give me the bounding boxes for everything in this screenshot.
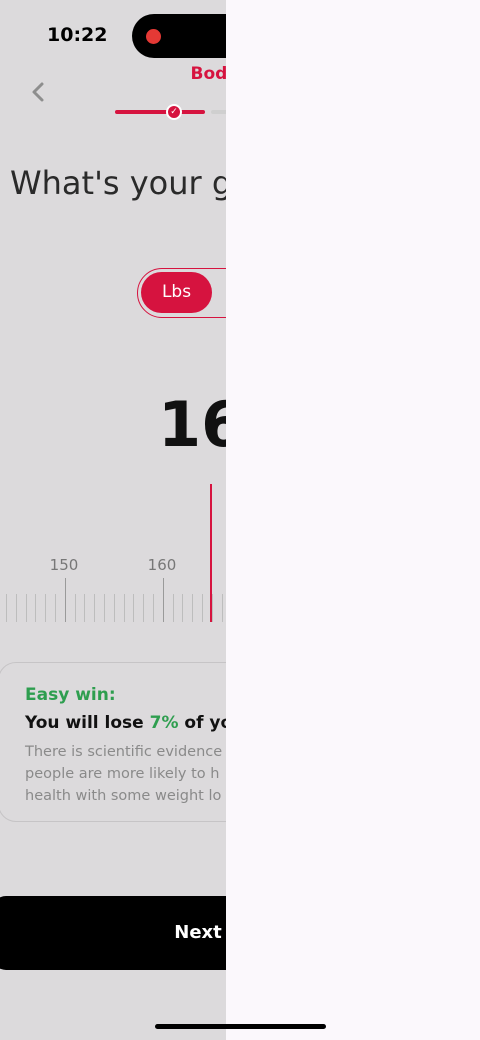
recording-indicator	[146, 29, 161, 44]
ruler-tick	[221, 594, 223, 622]
ruler-label: 150	[49, 556, 79, 574]
ruler-tick	[6, 594, 7, 622]
status-time: 10:22	[47, 24, 108, 46]
question-heading: What's your g	[10, 164, 233, 202]
ruler-tick	[25, 594, 27, 622]
card-title: Easy win:	[25, 685, 116, 705]
ruler-tick	[55, 594, 56, 622]
ruler-label: 160	[147, 556, 177, 574]
ruler-tick	[123, 594, 125, 622]
step-complete-check-icon: ✓	[166, 104, 182, 120]
ruler-tick	[153, 594, 154, 622]
ruler-tick	[162, 578, 164, 622]
ruler-tick	[143, 594, 145, 622]
ruler-tick	[74, 594, 76, 622]
loss-percent: 7%	[149, 713, 179, 733]
ruler-tick	[104, 594, 105, 622]
ruler-tick	[15, 594, 17, 622]
ruler-indicator	[210, 484, 212, 622]
ruler-tick	[84, 594, 86, 622]
ruler-tick	[64, 578, 66, 622]
ruler-tick	[94, 594, 96, 622]
ruler-tick	[192, 594, 194, 622]
ruler-tick	[202, 594, 203, 622]
ruler-tick	[45, 594, 47, 622]
sheet-overlay	[226, 0, 480, 1040]
ruler-tick	[172, 594, 174, 622]
card-headline: You will lose 7% of your	[25, 713, 253, 733]
home-indicator	[155, 1024, 326, 1029]
ruler-tick	[182, 594, 184, 622]
ruler-tick	[35, 594, 37, 622]
ruler-tick	[133, 594, 135, 622]
unit-option-lbs[interactable]: Lbs	[141, 272, 212, 313]
ruler-tick	[113, 594, 115, 622]
